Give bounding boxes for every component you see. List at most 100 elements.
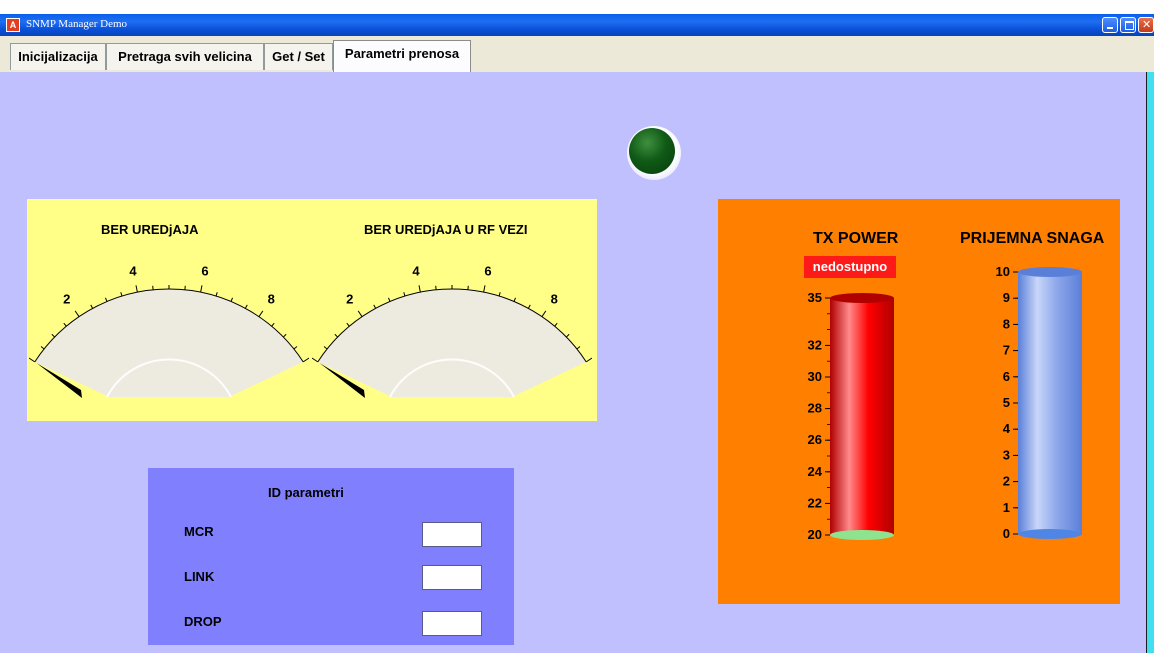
meter-tick-label: 8 — [1003, 316, 1010, 331]
meter-tick-label: 24 — [808, 464, 823, 479]
gauge-tick — [271, 322, 275, 327]
gauge-tick — [63, 322, 67, 327]
gauge-tick — [498, 292, 501, 297]
mcr-label: MCR — [184, 524, 214, 539]
meter-tick-label: 30 — [808, 369, 822, 384]
minimize-icon[interactable] — [1102, 17, 1118, 33]
id-parameters-panel: ID parametri MCR LINK DROP — [148, 468, 514, 645]
meter-tick-label: 4 — [1003, 421, 1011, 436]
status-led-icon — [627, 126, 681, 180]
gauge-tick — [585, 357, 592, 363]
gauge-tick — [104, 297, 108, 302]
gauge-tick — [74, 310, 80, 317]
gauge-tick — [576, 346, 581, 350]
meter-bottom-cap — [830, 530, 894, 540]
power-panel: TX POWER nedostupno PRIJEMNA SNAGA 20 22 2… — [718, 199, 1120, 604]
gauge-tick-label: 8 — [551, 291, 558, 306]
gauge-tick — [135, 285, 138, 293]
meter-level-bar — [1018, 272, 1082, 534]
link-input[interactable] — [422, 565, 482, 590]
gauge-tick — [513, 297, 517, 302]
mcr-input[interactable] — [422, 522, 482, 547]
meter-tick-label: 2 — [1003, 474, 1010, 489]
gauge-tick — [373, 304, 377, 309]
gauge-tick — [282, 333, 287, 338]
gauge-title-ber: BER UREDjAJA — [101, 222, 199, 237]
gauge-tick — [483, 285, 486, 293]
gauge-tick — [403, 292, 406, 297]
meter-tick-label: 35 — [808, 290, 822, 305]
gauge-tick — [29, 357, 36, 363]
tx-status-badge: nedostupno — [804, 256, 896, 278]
gauge-tick — [244, 304, 248, 309]
meter-tick-label: 20 — [808, 527, 822, 542]
meter-tick-label: 26 — [808, 432, 822, 447]
gauge-tick — [51, 333, 56, 338]
window-title: SNMP Manager Demo — [26, 18, 128, 30]
meter-bottom-cap — [1018, 529, 1082, 539]
gauge-tick — [554, 322, 558, 327]
gauge-tick — [312, 357, 319, 363]
meter-level-bar — [830, 298, 894, 535]
meter-tick-label: 10 — [996, 264, 1010, 279]
window-edge — [1146, 72, 1154, 653]
app-logo-icon: A — [6, 18, 20, 32]
gauge-tick-label: 2 — [346, 291, 353, 306]
rx-power-title: PRIJEMNA SNAGA — [960, 230, 1105, 247]
app-window: A SNMP Manager Demo Inicijalizacija Pret… — [0, 14, 1154, 653]
gauge-tick — [346, 322, 350, 327]
tab-content: BER UREDjAJA BER UREDjAJA U RF VEZI 0246… — [10, 72, 1146, 653]
gauge-tick — [230, 297, 234, 302]
meter-tick-label: 5 — [1003, 395, 1010, 410]
gauge-face — [34, 289, 304, 397]
gauge-tick-label: 4 — [412, 264, 420, 279]
ber-gauge: 0246810 — [29, 264, 309, 398]
gauge-tick — [200, 285, 203, 293]
ber-rf-gauge: 0246810 — [312, 264, 592, 398]
gauge-tick — [293, 346, 298, 350]
gauge-tick — [215, 292, 218, 297]
drop-label: DROP — [184, 614, 222, 629]
meter-tick-label: 1 — [1003, 500, 1010, 515]
meter-tick-label: 7 — [1003, 343, 1010, 358]
close-icon[interactable] — [1138, 17, 1154, 33]
ber-gauge-panel: BER UREDjAJA BER UREDjAJA U RF VEZI 0246… — [27, 199, 597, 421]
gauge-tick — [334, 333, 339, 338]
link-label: LINK — [184, 569, 215, 584]
tab-inicijalizacija[interactable]: Inicijalizacija — [10, 43, 106, 70]
gauge-tick — [120, 292, 123, 297]
gauge-tick — [541, 310, 547, 317]
tab-strip: Inicijalizacija Pretraga svih velicina G… — [0, 36, 1154, 72]
meter-tick-label: 0 — [1003, 526, 1010, 541]
gauge-tick — [40, 346, 45, 350]
tx-power-title: TX POWER — [813, 230, 899, 247]
meter-top-cap — [830, 293, 894, 303]
restore-icon[interactable] — [1120, 17, 1136, 33]
meter-tick-label: 9 — [1003, 290, 1010, 305]
gauge-tick — [302, 357, 309, 363]
rx-power-meter: 0 1 2 3 4 5 6 7 8 9 10 — [996, 264, 1082, 541]
gauge-tick — [258, 310, 264, 317]
gauge-tick-label: 6 — [484, 264, 491, 279]
gauge-tick-label: 6 — [201, 264, 208, 279]
tab-get-set[interactable]: Get / Set — [264, 43, 333, 70]
drop-input[interactable] — [422, 611, 482, 636]
gauge-tick — [90, 304, 94, 309]
meter-tick-label: 6 — [1003, 369, 1010, 384]
meter-tick-label: 28 — [808, 401, 822, 416]
title-bar[interactable]: A SNMP Manager Demo — [0, 14, 1154, 36]
gauge-tick — [527, 304, 531, 309]
gauge-tick-label: 4 — [129, 264, 137, 279]
tab-parametri-prenosa[interactable]: Parametri prenosa — [333, 40, 471, 72]
tab-pretraga[interactable]: Pretraga svih velicina — [106, 43, 264, 70]
meter-tick-label: 32 — [808, 337, 822, 352]
gauge-tick — [418, 285, 421, 293]
gauge-tick — [387, 297, 391, 302]
meter-tick-label: 3 — [1003, 447, 1010, 462]
gauge-title-ber-rf: BER UREDjAJA U RF VEZI — [364, 222, 528, 237]
gauge-tick-label: 2 — [63, 291, 70, 306]
tx-power-meter: 20 22 24 26 28 30 32 35 — [808, 290, 894, 542]
gauge-face — [317, 289, 587, 397]
gauge-tick — [565, 333, 570, 338]
gauge-tick-label: 8 — [268, 291, 275, 306]
